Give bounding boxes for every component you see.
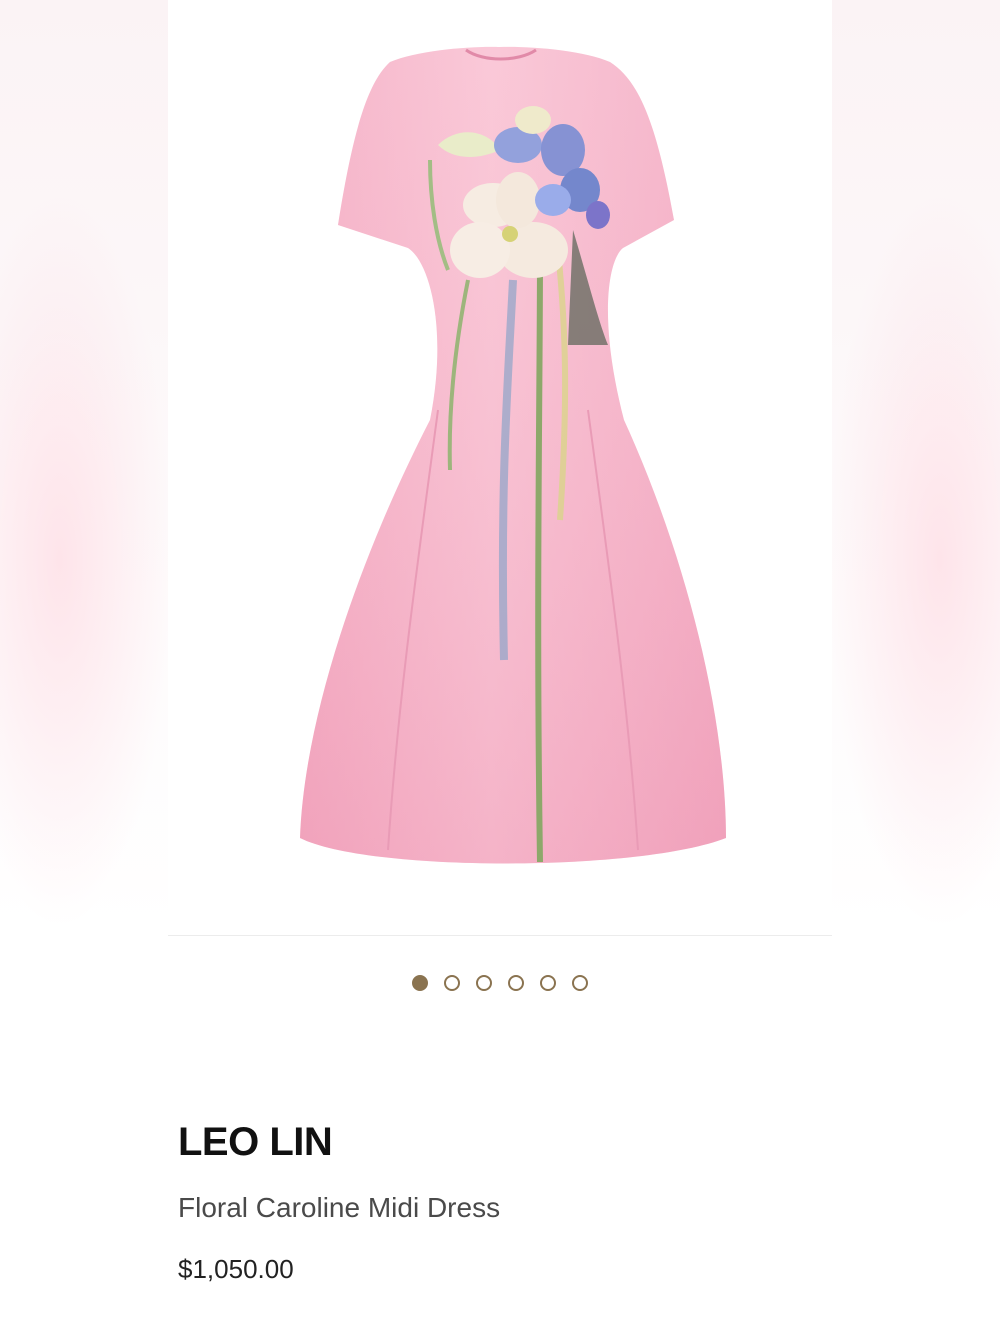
gallery-dot-6[interactable] bbox=[572, 975, 588, 991]
product-card: LEO LIN Floral Caroline Midi Dress $1,05… bbox=[168, 0, 832, 1333]
gallery-dot-2[interactable] bbox=[444, 975, 460, 991]
product-name: Floral Caroline Midi Dress bbox=[178, 1192, 501, 1223]
gallery-dot-1[interactable] bbox=[412, 975, 428, 991]
gallery-pagination bbox=[168, 975, 832, 991]
gallery-divider bbox=[168, 935, 832, 936]
product-image-gallery[interactable] bbox=[168, 0, 832, 935]
product-brand[interactable]: LEO LIN bbox=[178, 1120, 333, 1165]
gallery-dot-5[interactable] bbox=[540, 975, 556, 991]
product-price: $1,050.00 bbox=[178, 1254, 294, 1284]
gallery-dot-3[interactable] bbox=[476, 975, 492, 991]
gallery-dot-4[interactable] bbox=[508, 975, 524, 991]
dress-image bbox=[300, 46, 726, 864]
